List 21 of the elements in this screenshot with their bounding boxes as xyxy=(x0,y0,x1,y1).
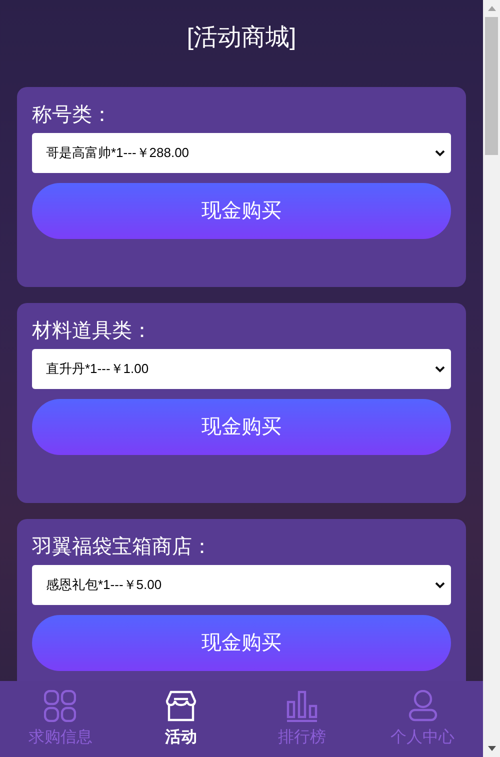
page-title: [活动商城] xyxy=(186,23,296,53)
chevron-down-icon xyxy=(435,582,445,588)
select-field[interactable]: 哥是高富帅*1---￥288.00 xyxy=(32,133,451,173)
category-label: 材料道具类： xyxy=(32,319,152,344)
category-label: 称号类： xyxy=(32,103,112,128)
select-field[interactable]: 感恩礼包*1---￥5.00 xyxy=(32,565,451,605)
select-field[interactable]: 直升丹*1---￥1.00 xyxy=(32,349,451,389)
scrollbar-thumb[interactable] xyxy=(485,17,498,155)
scroll-up-icon[interactable] xyxy=(488,6,496,11)
chevron-down-icon xyxy=(435,366,445,372)
cash-purchase-button[interactable]: 现金购买 xyxy=(32,399,451,455)
cash-purchase-button[interactable]: 现金购买 xyxy=(32,615,451,671)
store-icon xyxy=(165,690,198,722)
grid-icon xyxy=(44,690,76,722)
bar-chart-icon xyxy=(286,690,318,722)
category-label: 羽翼福袋宝箱商店： xyxy=(32,535,212,560)
person-icon xyxy=(408,690,438,722)
scroll-down-icon[interactable] xyxy=(488,746,496,751)
chevron-down-icon xyxy=(435,150,445,156)
cash-purchase-button[interactable]: 现金购买 xyxy=(32,183,451,239)
nav-tab[interactable]: 活动 xyxy=(120,681,242,757)
